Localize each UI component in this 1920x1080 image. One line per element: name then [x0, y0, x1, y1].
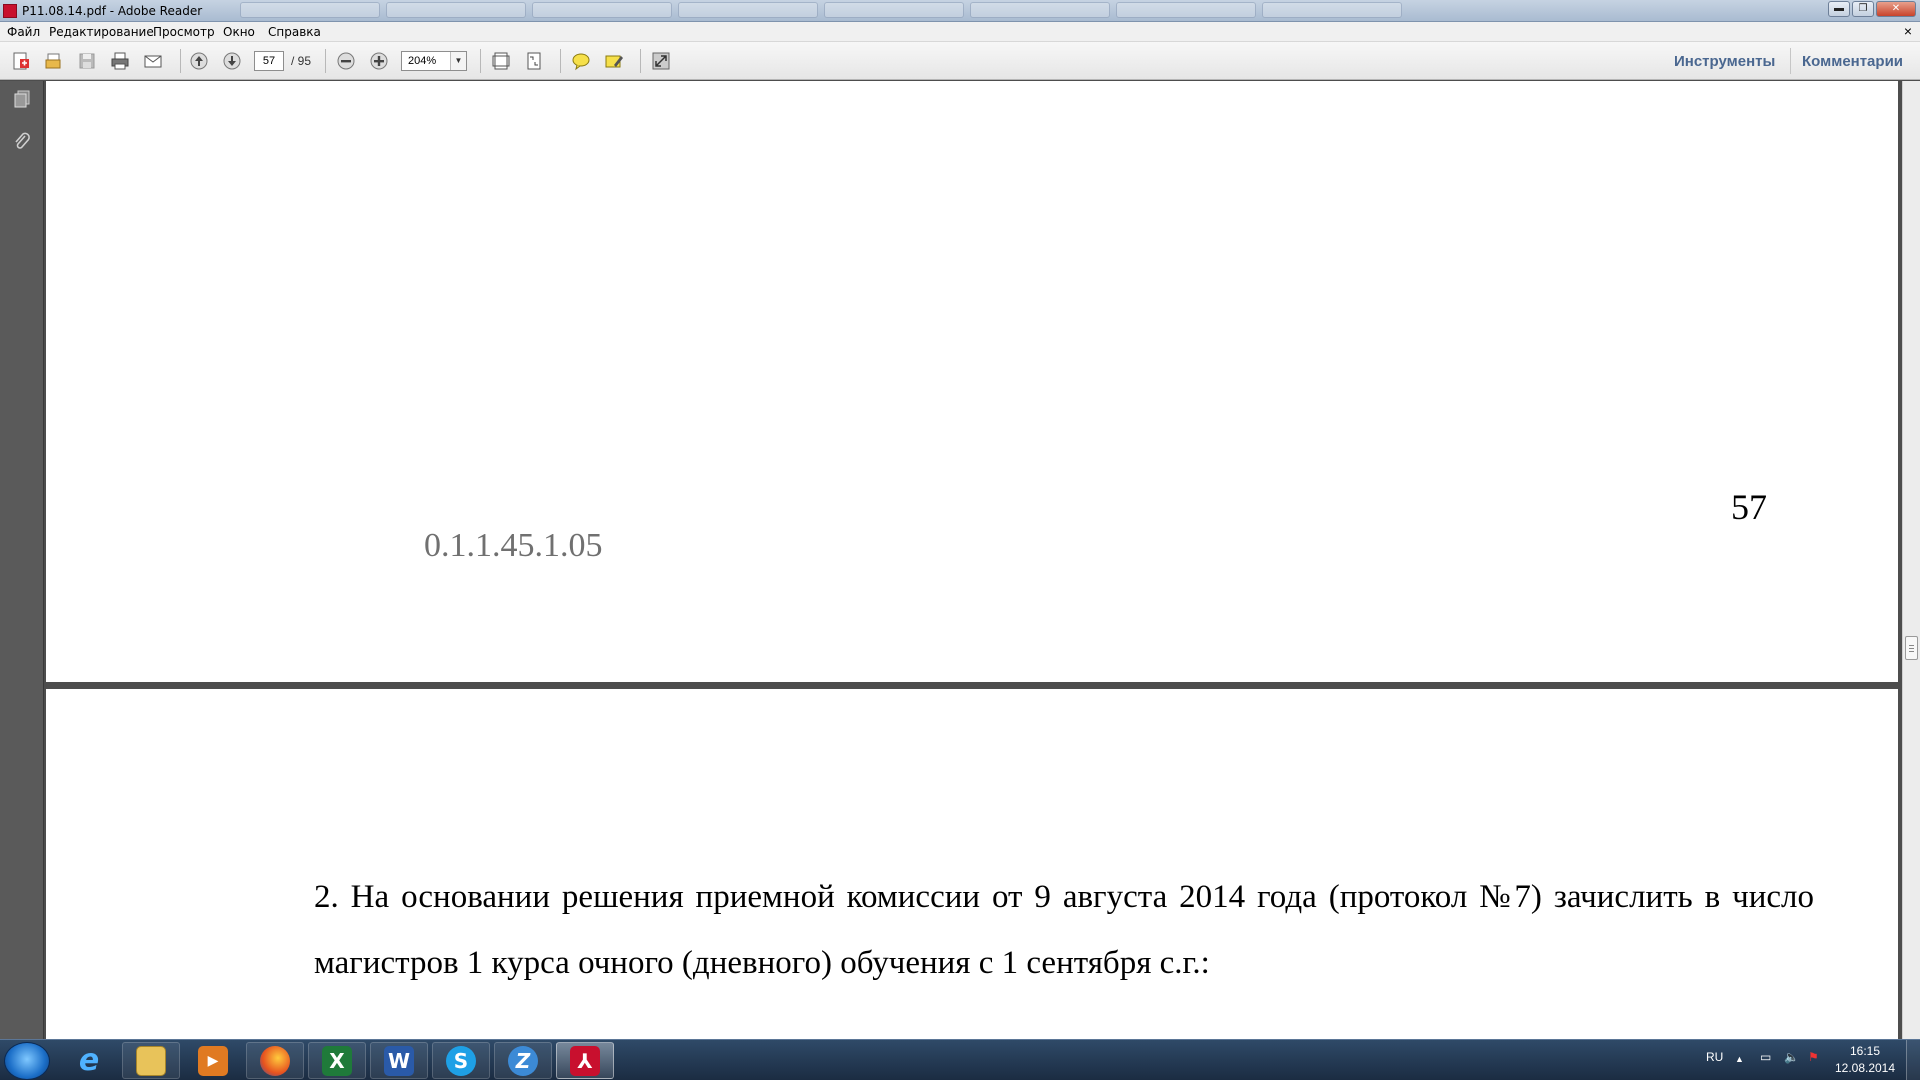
excel-icon: X [322, 1045, 352, 1076]
background-window [824, 2, 964, 18]
grip-line [1909, 645, 1914, 646]
maximize-button[interactable]: ❐ [1852, 1, 1874, 17]
save-icon[interactable] [75, 50, 99, 72]
menu-help[interactable]: Справка [268, 25, 321, 39]
zoom-in-icon[interactable] [367, 50, 391, 72]
folder-icon [136, 1045, 166, 1076]
page-thumbnails-icon[interactable] [10, 87, 34, 111]
toolbar: 57 / 95 204% ▼ Инструменты Комментарии [0, 42, 1920, 80]
opera-icon: Z [508, 1045, 538, 1076]
document-page: 57 0.1.1.45.1.05 [46, 81, 1898, 682]
navigation-pane [0, 81, 44, 1039]
adobe-reader-icon [3, 4, 17, 18]
taskbar-excel[interactable]: X [308, 1042, 366, 1079]
toolbar-separator [480, 49, 481, 73]
tools-pane-link[interactable]: Инструменты [1674, 53, 1775, 70]
chevron-down-icon[interactable]: ▼ [450, 52, 466, 70]
page-number-input[interactable]: 57 [254, 51, 284, 71]
zoom-select[interactable]: 204% ▼ [401, 51, 467, 71]
close-window-button[interactable]: ✕ [1876, 1, 1916, 17]
menu-view[interactable]: Просмотр [153, 25, 215, 39]
media-player-icon: ▶ [198, 1045, 228, 1076]
volume-icon[interactable]: 🔈 [1784, 1050, 1799, 1064]
comments-pane-link[interactable]: Комментарии [1802, 53, 1903, 70]
taskbar-internet-explorer[interactable]: e [60, 1042, 118, 1079]
toolbar-separator [640, 49, 641, 73]
next-page-icon[interactable] [220, 50, 244, 72]
zoom-value: 204% [408, 55, 437, 67]
background-window [970, 2, 1110, 18]
taskbar-firefox[interactable] [246, 1042, 304, 1079]
document-page: 2. На основании решения приемной комисси… [46, 689, 1898, 1039]
background-window [532, 2, 672, 18]
vertical-scrollbar[interactable] [1902, 81, 1920, 1039]
background-window [1116, 2, 1256, 18]
email-icon[interactable] [141, 50, 165, 72]
full-screen-icon[interactable] [649, 50, 673, 72]
word-icon: W [384, 1045, 414, 1076]
zoom-out-icon[interactable] [334, 50, 358, 72]
start-button[interactable] [4, 1042, 50, 1080]
close-document-button[interactable]: × [1904, 23, 1912, 39]
background-windows [240, 2, 1590, 20]
background-window [386, 2, 526, 18]
title-bar: P11.08.14.pdf - Adobe Reader ▬ ❐ ✕ [0, 0, 1920, 22]
action-center-flag-icon[interactable]: ⚑ [1808, 1050, 1819, 1064]
highlight-icon[interactable] [602, 50, 626, 72]
taskbar-adobe-reader[interactable]: ⅄ [556, 1042, 614, 1079]
internet-explorer-icon: e [78, 1043, 100, 1078]
fit-width-icon[interactable] [522, 50, 546, 72]
previous-page-icon[interactable] [187, 50, 211, 72]
open-file-icon[interactable] [42, 50, 66, 72]
menu-file[interactable]: Файл [7, 25, 40, 39]
grip-line [1909, 651, 1914, 652]
grip-line [1909, 648, 1914, 649]
page-number: 57 [1731, 487, 1767, 527]
toolbar-separator [560, 49, 561, 73]
menu-bar: Файл Редактирование Просмотр Окно Справк… [0, 22, 1920, 42]
background-window [240, 2, 380, 18]
document-code: 0.1.1.45.1.05 [424, 527, 603, 564]
skype-icon: S [446, 1045, 476, 1076]
toolbar-separator [1790, 48, 1791, 74]
window-controls: ▬ ❐ ✕ [1828, 1, 1916, 17]
paragraph: 2. На основании решения приемной комисси… [314, 879, 1814, 981]
taskbar-file-explorer[interactable] [122, 1042, 180, 1079]
network-icon[interactable]: ▭ [1760, 1050, 1771, 1064]
scrollbar-thumb[interactable] [1905, 636, 1918, 660]
print-icon[interactable] [108, 50, 132, 72]
background-window [1262, 2, 1402, 18]
page-total: / 95 [291, 54, 312, 68]
taskbar: e ▶ X W S Z ⅄ RU ▲ ▭ 🔈 ⚑ 16:15 12.08.201… [0, 1039, 1920, 1080]
attachments-icon[interactable] [10, 130, 34, 154]
language-indicator[interactable]: RU [1706, 1050, 1723, 1064]
system-clock[interactable]: 16:15 12.08.2014 [1830, 1043, 1900, 1077]
taskbar-word[interactable]: W [370, 1042, 428, 1079]
clock-time: 16:15 [1849, 1044, 1881, 1058]
firefox-icon [260, 1045, 290, 1076]
taskbar-skype[interactable]: S [432, 1042, 490, 1079]
minimize-button[interactable]: ▬ [1828, 1, 1850, 17]
show-hidden-icons-button[interactable]: ▲ [1735, 1054, 1744, 1064]
create-pdf-icon[interactable] [9, 50, 33, 72]
show-desktop-button[interactable] [1906, 1040, 1920, 1080]
clock-date: 12.08.2014 [1834, 1061, 1896, 1075]
toolbar-separator [325, 49, 326, 73]
taskbar-media-player[interactable]: ▶ [184, 1042, 242, 1079]
fit-page-icon[interactable] [489, 50, 513, 72]
adobe-reader-icon: ⅄ [570, 1045, 600, 1076]
background-window [678, 2, 818, 18]
taskbar-opera[interactable]: Z [494, 1042, 552, 1079]
sticky-note-icon[interactable] [569, 50, 593, 72]
menu-edit[interactable]: Редактирование [49, 25, 154, 39]
window-title: P11.08.14.pdf - Adobe Reader [22, 4, 203, 18]
menu-window[interactable]: Окно [223, 25, 255, 39]
toolbar-separator [180, 49, 181, 73]
document-viewport[interactable]: 57 0.1.1.45.1.05 2. На основании решения… [44, 81, 1902, 1039]
